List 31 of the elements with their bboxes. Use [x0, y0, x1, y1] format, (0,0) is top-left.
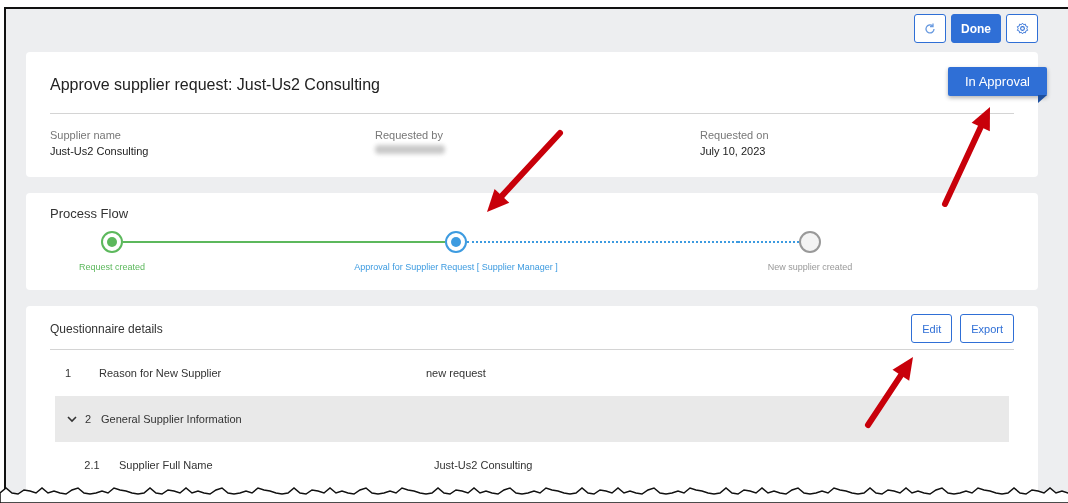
status-ribbon: In Approval — [947, 67, 1047, 96]
field-label: Requested on — [700, 129, 770, 141]
refresh-button[interactable] — [914, 14, 946, 43]
step-label: Approval for Supplier Request [ Supplier Manager ] — [354, 262, 558, 272]
field-label: Requested by — [375, 129, 444, 141]
section-title: Questionnaire details — [50, 321, 163, 336]
refresh-icon — [924, 22, 936, 35]
settings-button[interactable] — [1006, 14, 1038, 43]
row-number: 2.1 — [84, 459, 100, 471]
answer-text: new request — [426, 367, 487, 379]
arrow-icon — [487, 130, 563, 212]
step-label: Request created — [78, 262, 145, 272]
edit-button[interactable]: Edit — [911, 314, 953, 343]
arrow-icon — [942, 107, 990, 207]
ribbon-fold-icon — [1038, 95, 1047, 103]
question-text: Reason for New Supplier — [99, 367, 223, 379]
row-number: 1 — [65, 367, 72, 379]
section-row[interactable]: 2 General Supplier Information — [55, 396, 1009, 442]
answer-text: Just-Us2 Consulting — [434, 459, 534, 471]
export-button[interactable]: Export — [960, 314, 1014, 343]
field-label: Supplier name — [50, 129, 122, 141]
settings-icon — [1015, 22, 1029, 35]
arrow-icon — [865, 357, 913, 428]
question-text: General Supplier Information — [101, 413, 243, 425]
row-number: 2 — [85, 413, 92, 425]
done-button[interactable]: Done — [951, 14, 1001, 43]
field-value: July 10, 2023 — [700, 145, 767, 157]
section-title: Process Flow — [50, 205, 130, 223]
question-text: Supplier Full Name — [119, 459, 214, 471]
field-value: Just-Us2 Consulting — [50, 145, 150, 157]
step-label: New supplier created — [767, 262, 853, 272]
